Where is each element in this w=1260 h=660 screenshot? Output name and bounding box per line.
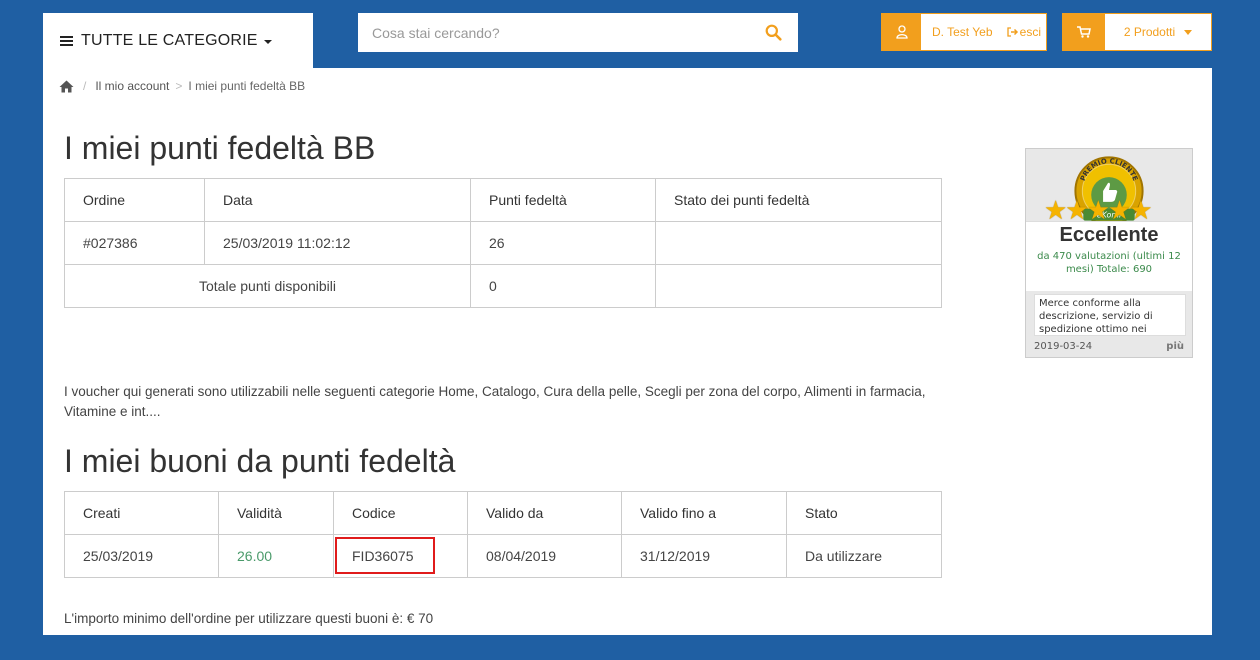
order-date-cell: 25/03/2019 11:02:12 [204,221,471,265]
caret-down-icon [263,39,272,44]
caret-down-icon [1184,29,1193,35]
col-header-valid-from: Valido da [467,491,622,535]
voucher-code-cell[interactable]: FID36075 [333,534,468,578]
cart-label: 2 Prodotti [1105,14,1211,50]
created-cell: 25/03/2019 [64,534,219,578]
total-points-value: 0 [470,264,656,308]
search-bar [358,13,798,52]
rating-word: Eccellente [1059,224,1159,246]
total-points-label: Totale punti disponibili [64,264,471,308]
valid-from-cell: 08/04/2019 [467,534,622,578]
home-icon[interactable] [59,80,74,93]
points-status-cell [655,221,942,265]
col-header-order: Ordine [64,178,205,222]
user-name-link[interactable]: D. Test Yeb [921,14,1007,50]
valid-to-cell: 31/12/2019 [621,534,787,578]
hamburger-icon [60,34,73,48]
more-link[interactable]: più [1166,341,1184,352]
col-header-status: Stato [786,491,942,535]
vouchers-title: I miei buoni da punti fedeltà [64,443,456,479]
search-input[interactable] [358,13,798,52]
cart-count-label: 2 Prodotti [1123,25,1176,39]
col-header-points: Punti fedeltà [470,178,656,222]
minimum-order-note: L'importo minimo dell'ordine per utilizz… [64,611,434,626]
user-account-box: D. Test Yeb esci [881,13,1047,51]
voucher-categories-note: I voucher qui generati sono utilizzabili… [64,384,926,419]
code-highlight-box [335,537,435,574]
loyalty-points-table: Ordine Data Punti fedeltà Stato dei punt… [64,178,942,308]
col-header-code: Codice [333,491,468,535]
empty-cell [655,264,942,308]
table-row: 25/03/2019 26.00 FID36075 08/04/2019 31/… [64,534,942,578]
search-icon[interactable] [765,24,782,41]
categories-menu-button[interactable]: TUTTE LE CATEGORIE [43,13,313,68]
breadcrumb-current: I miei punti fedeltà BB [188,79,306,93]
table-row: #027386 25/03/2019 11:02:12 26 [64,221,942,265]
voucher-status-cell: Da utilizzare [786,534,942,578]
table-header-row: Ordine Data Punti fedeltà Stato dei punt… [64,178,942,222]
cart-button[interactable]: 2 Prodotti [1062,13,1212,51]
logout-link[interactable]: esci [1007,14,1046,50]
page-title: I miei punti fedeltà BB [64,130,376,166]
order-number-cell: #027386 [64,221,205,265]
ekomi-rating-widget[interactable]: PREMIO CLIENTE eKomi ★★★★★ Eccellente da… [1025,148,1193,358]
col-header-created: Creati [64,491,219,535]
cart-icon [1063,14,1105,50]
col-header-date: Data [204,178,471,222]
user-icon[interactable] [882,14,921,50]
categories-label: TUTTE LE CATEGORIE [81,31,258,49]
ekomi-rating-card: Eccellente da 470 valutazioni (ultimi 12… [1026,221,1192,291]
breadcrumb-separator: > [175,79,183,93]
breadcrumb-separator: / [83,79,87,93]
col-header-validity: Validità [218,491,334,535]
points-cell: 26 [470,221,656,265]
totals-row: Totale punti disponibili 0 [64,264,942,308]
review-date: 2019-03-24 [1034,341,1093,352]
main-content: / Il mio account > I miei punti fedeltà … [43,68,1212,635]
col-header-points-status: Stato dei punti fedeltà [655,178,942,222]
review-snippet: Merce conforme alla descrizione, servizi… [1034,294,1186,336]
table-header-row: Creati Validità Codice Valido da Valido … [64,491,942,535]
vouchers-table: Creati Validità Codice Valido da Valido … [64,491,942,578]
rating-summary: da 470 valutazioni (ultimi 12 mesi) Tota… [1037,251,1181,275]
breadcrumb: / Il mio account > I miei punti fedeltà … [59,79,305,93]
validity-cell: 26.00 [218,534,334,578]
col-header-valid-to: Valido fino a [621,491,787,535]
sign-out-icon [1007,27,1018,37]
logout-label: esci [1019,25,1041,39]
breadcrumb-account-link[interactable]: Il mio account [95,79,169,93]
